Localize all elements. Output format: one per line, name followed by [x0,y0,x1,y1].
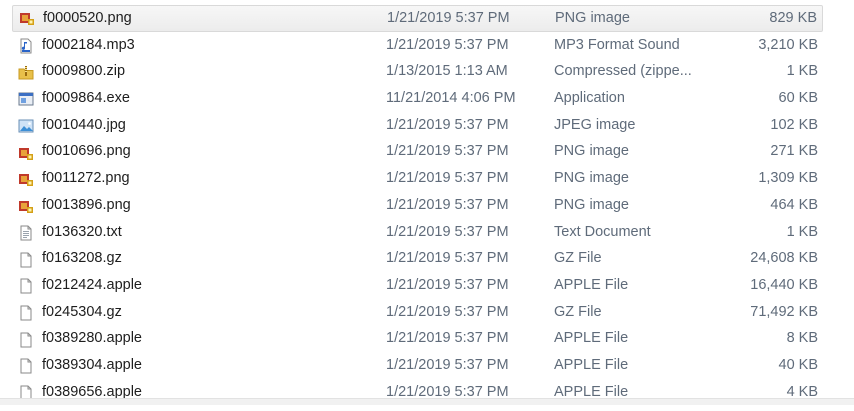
application-icon [18,90,34,106]
file-type: APPLE File [554,276,629,293]
file-date-modified: 1/21/2019 5:37 PM [386,143,509,160]
file-date-modified: 1/21/2019 5:37 PM [386,276,509,293]
file-name: f0009864.exe [42,90,130,107]
generic-file-icon [18,251,34,268]
file-size: 464 KB [770,196,818,213]
file-size: 40 KB [778,356,819,373]
file-row[interactable]: f0009800.zip 1/13/2015 1:13 AM Compressed … [12,58,823,85]
file-date-modified: 1/21/2019 5:37 PM [386,250,509,267]
file-row[interactable]: f0010440.jpg 1/21/2019 5:37 PM JPEG image 1… [12,112,823,139]
file-size: 16,440 KB [750,276,818,293]
file-date-modified: 1/21/2019 5:37 PM [387,10,510,26]
file-list: f0000520.png 1/21/2019 5:37 PM PNG image 82… [0,5,854,405]
file-row[interactable]: f0212424.apple 1/21/2019 5:37 PM APPLE Fil… [12,272,823,299]
file-date-modified: 1/21/2019 5:37 PM [386,196,509,213]
png-image-icon [18,170,34,187]
file-name: f0163208.gz [42,250,122,267]
file-name: f0136320.txt [42,223,122,240]
file-row[interactable]: f0136320.txt 1/21/2019 5:37 PM Text Docume… [12,219,823,246]
generic-file-icon [18,331,34,348]
list-bottom-edge [0,398,854,405]
file-name: f0013896.png [42,196,131,213]
generic-file-icon [18,277,34,294]
file-size: 8 KB [786,330,818,347]
generic-file-icon [18,357,34,374]
file-size: 3,210 KB [758,36,818,53]
file-size: 60 KB [778,90,819,107]
file-row[interactable]: f0000520.png 1/21/2019 5:37 PM PNG image 82… [12,5,823,32]
file-date-modified: 1/21/2019 5:37 PM [386,170,509,187]
file-size: 1 KB [786,223,818,240]
file-row[interactable]: f0163208.gz 1/21/2019 5:37 PM GZ File 24,60… [12,245,823,272]
file-date-modified: 1/21/2019 5:37 PM [386,223,509,240]
file-row[interactable]: f0245304.gz 1/21/2019 5:37 PM GZ File 71,49… [12,299,823,326]
file-row[interactable]: f0013896.png 1/21/2019 5:37 PM PNG image 46… [12,192,823,219]
file-type: Application [554,90,625,107]
png-image-icon [18,144,34,160]
file-date-modified: 1/21/2019 5:37 PM [386,36,509,53]
generic-file-icon [18,304,34,321]
text-document-icon [18,224,34,241]
file-date-modified: 1/21/2019 5:37 PM [386,303,509,320]
file-name: f0011272.png [42,170,130,187]
file-row[interactable]: f0011272.png 1/21/2019 5:37 PM PNG image 1,… [12,165,823,192]
jpeg-image-icon [18,117,34,133]
mp3-audio-icon [18,37,34,54]
png-image-icon [18,197,34,214]
file-date-modified: 1/13/2015 1:13 AM [386,63,508,80]
file-name: f0389304.apple [42,356,142,373]
file-name: f0212424.apple [42,276,142,293]
file-size: 829 KB [769,10,817,26]
file-type: PNG image [555,10,630,26]
file-type: PNG image [554,170,629,187]
file-date-modified: 1/21/2019 5:37 PM [386,330,509,347]
file-row[interactable]: f0389280.apple 1/21/2019 5:37 PM APPLE Fil… [12,325,823,352]
file-name: f0245304.gz [42,303,122,320]
png-image-icon [19,10,35,26]
file-date-modified: 1/21/2019 5:37 PM [386,116,509,133]
file-size: 1,309 KB [758,170,818,187]
file-name: f0000520.png [43,10,132,26]
file-name: f0389280.apple [42,330,142,347]
file-name: f0010440.jpg [42,116,126,133]
file-date-modified: 11/21/2014 4:06 PM [386,90,516,107]
file-row[interactable]: f0009864.exe 11/21/2014 4:06 PM Applicatio… [12,85,823,112]
file-row[interactable]: f0002184.mp3 1/21/2019 5:37 PM MP3 Format … [12,32,823,59]
file-type: APPLE File [554,330,629,347]
file-size: 71,492 KB [750,303,818,320]
file-type: Compressed (zippe... [554,63,692,80]
file-size: 271 KB [770,143,818,160]
file-name: f0010696.png [42,143,131,160]
file-type: GZ File [554,250,602,267]
file-row[interactable]: f0010696.png 1/21/2019 5:37 PM PNG image 27… [12,138,823,165]
file-date-modified: 1/21/2019 5:37 PM [386,356,509,373]
file-type: Text Document [554,223,651,240]
file-type: JPEG image [554,116,636,133]
file-row[interactable]: f0389304.apple 1/21/2019 5:37 PM APPLE Fil… [12,352,823,379]
file-size: 24,608 KB [750,250,818,267]
file-type: GZ File [554,303,602,320]
file-type: MP3 Format Sound [554,36,680,53]
file-type: PNG image [554,143,629,160]
file-name: f0009800.zip [42,63,126,80]
file-size: 102 KB [770,116,818,133]
zip-folder-icon [18,64,34,80]
file-size: 1 KB [786,63,818,80]
file-type: APPLE File [554,356,629,373]
file-name: f0002184.mp3 [42,36,135,53]
file-type: PNG image [554,196,629,213]
